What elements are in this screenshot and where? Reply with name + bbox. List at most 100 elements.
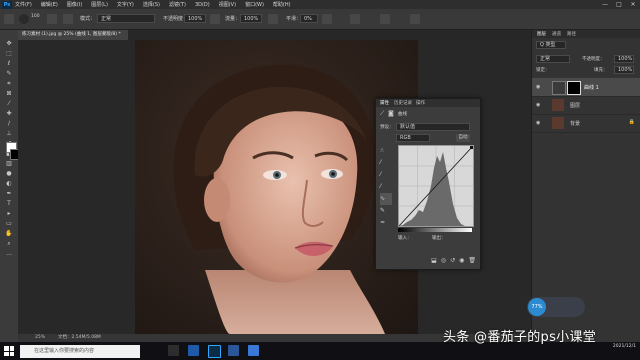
white-point-eyedropper-icon[interactable]: ⁄ [380, 181, 392, 193]
channel-dropdown[interactable]: RGB [396, 134, 430, 142]
clip-to-layer-icon[interactable]: ⬓ [431, 257, 437, 269]
layer-row-background[interactable]: ◉ 背景 🔒 [532, 114, 640, 133]
smoothing-settings-icon[interactable] [322, 14, 332, 24]
layer-row-layer[interactable]: ◉ 图层 [532, 96, 640, 115]
tab-actions[interactable]: 操作 [416, 100, 425, 106]
document-tab[interactable]: 练习素材 (1).jpg @ 25% (曲线 1, 图层蒙版/8) * [18, 30, 128, 40]
eyedropper-tool-icon[interactable]: ⁄ [4, 100, 14, 108]
gray-point-eyedropper-icon[interactable]: ⁄ [380, 169, 392, 181]
layer-filter-dropdown[interactable]: Q 类型 [536, 41, 566, 49]
smooth-curve-icon[interactable]: ≈ [380, 217, 392, 229]
photoshop-taskbar-icon[interactable] [208, 345, 221, 358]
task-view-icon[interactable] [168, 345, 179, 356]
flow-input[interactable]: 100% [240, 14, 262, 23]
properties-footer: ⬓ ◎ ↺ ◉ 🗑 [376, 257, 480, 269]
pressure-size-icon[interactable] [380, 14, 390, 24]
path-select-tool-icon[interactable]: ▸ [4, 210, 14, 218]
tab-history[interactable]: 历史记录 [394, 100, 412, 106]
menu-filter[interactable]: 滤镜(T) [169, 1, 186, 8]
brush-size-icon[interactable] [19, 14, 29, 24]
on-image-adjust-icon[interactable]: ☝ [380, 145, 392, 157]
watermark: 头条 @番茄子的ps小课堂 [443, 330, 597, 345]
pressure-opacity-icon[interactable] [210, 14, 220, 24]
browser-icon[interactable] [248, 345, 259, 356]
toggle-visibility-icon[interactable]: ◉ [459, 257, 464, 269]
brush-settings-icon[interactable] [47, 14, 57, 24]
rectangle-tool-icon[interactable]: ▭ [4, 220, 14, 228]
minimize-button[interactable]: — [598, 0, 612, 9]
move-tool-icon[interactable]: ✥ [4, 40, 14, 48]
brush-panel-icon[interactable] [63, 14, 73, 24]
zoom-level[interactable]: 25% [35, 334, 45, 342]
marquee-tool-icon[interactable]: ⬚ [4, 50, 14, 58]
fill-input[interactable]: 100% [614, 66, 634, 74]
close-button[interactable]: ✕ [626, 0, 640, 9]
tab-properties[interactable]: 属性 [380, 100, 389, 106]
mask-icon[interactable]: ◙ [388, 110, 394, 117]
menu-3d[interactable]: 3D(D) [195, 2, 210, 8]
pen-tool-icon[interactable]: ✒ [4, 190, 14, 198]
curves-adjustment-icon [552, 81, 566, 95]
hand-tool-icon[interactable]: ✋ [4, 230, 14, 238]
auto-button[interactable]: 自动 [456, 134, 470, 142]
tab-layers[interactable]: 图层 [537, 31, 546, 37]
taskbar-search-input[interactable]: 在这里输入你要搜索的内容 [20, 345, 140, 358]
menu-type[interactable]: 文字(Y) [117, 1, 134, 8]
lasso-tool-icon[interactable]: ℓ [4, 60, 14, 68]
type-tool-icon[interactable]: T [4, 200, 14, 208]
curves-graph[interactable] [398, 145, 474, 227]
app-icon[interactable] [188, 345, 199, 356]
curve-point-tool-icon[interactable]: ∿ [380, 193, 392, 205]
windows-start-icon[interactable] [4, 346, 14, 356]
healing-brush-tool-icon[interactable]: ✚ [4, 110, 14, 118]
toolbar: ✥ ⬚ ℓ ✎ ⌗ ⊠ ⁄ ✚ ∕ ⊥ ↺ ◧ ▥ ● ◐ ✒ T ▸ ▭ ✋ … [0, 30, 21, 342]
menu-bar: Ps 文件(F) 编辑(E) 图像(I) 图层(L) 文字(Y) 选择(S) 滤… [0, 0, 640, 9]
angle-icon[interactable] [350, 14, 360, 24]
preset-dropdown[interactable]: 默认值 [396, 123, 470, 131]
symmetry-icon[interactable] [410, 14, 420, 24]
menu-help[interactable]: 帮助(H) [273, 1, 291, 8]
visibility-eye-icon[interactable]: ◉ [536, 84, 540, 90]
mode-dropdown[interactable]: 正常 [97, 14, 155, 23]
maximize-button[interactable]: □ [612, 0, 626, 9]
layer-row-curves[interactable]: ◉ 曲线 1 [532, 78, 640, 97]
visibility-eye-icon[interactable]: ◉ [536, 102, 540, 108]
view-previous-icon[interactable]: ◎ [441, 257, 446, 269]
frame-tool-icon[interactable]: ⊠ [4, 90, 14, 98]
quick-select-tool-icon[interactable]: ✎ [4, 70, 14, 78]
airbrush-icon[interactable] [268, 14, 278, 24]
black-point-eyedropper-icon[interactable]: ⁄ [380, 157, 392, 169]
smoothing-input[interactable]: 0% [300, 14, 318, 23]
pencil-draw-icon[interactable]: ✎ [380, 205, 392, 217]
menu-view[interactable]: 视图(V) [219, 1, 236, 8]
clone-stamp-tool-icon[interactable]: ⊥ [4, 130, 14, 138]
brush-tool-preset-icon[interactable] [4, 14, 14, 24]
tab-paths[interactable]: 路径 [567, 31, 576, 37]
reset-icon[interactable]: ↺ [450, 257, 455, 269]
opacity-input[interactable]: 100% [184, 14, 206, 23]
menu-edit[interactable]: 编辑(E) [41, 1, 58, 8]
system-clock: 2021/12/1 [613, 344, 636, 350]
dodge-tool-icon[interactable]: ◐ [4, 180, 14, 188]
brush-tool-icon[interactable]: ∕ [4, 120, 14, 128]
menu-select[interactable]: 选择(S) [143, 1, 160, 8]
menu-layer[interactable]: 图层(L) [91, 1, 108, 8]
zoom-tool-icon[interactable]: ⌕ [4, 240, 14, 248]
layer-name[interactable]: 背景 [570, 120, 580, 127]
delete-icon[interactable]: 🗑 [468, 257, 476, 269]
layer-name[interactable]: 曲线 1 [584, 84, 599, 91]
blend-mode-dropdown[interactable]: 正常 [536, 55, 570, 63]
layer-name[interactable]: 图层 [570, 102, 580, 109]
more-tools-icon[interactable]: … [4, 250, 14, 258]
menu-window[interactable]: 窗口(W) [245, 1, 264, 8]
word-icon[interactable] [228, 345, 239, 356]
layer-mask-thumbnail[interactable] [567, 81, 581, 95]
blur-tool-icon[interactable]: ● [4, 170, 14, 178]
crop-tool-icon[interactable]: ⌗ [4, 80, 14, 88]
layer-opacity-input[interactable]: 100% [614, 55, 634, 63]
menu-file[interactable]: 文件(F) [15, 1, 32, 8]
tab-channels[interactable]: 通道 [552, 31, 561, 37]
menu-image[interactable]: 图像(I) [67, 1, 82, 8]
visibility-eye-icon[interactable]: ◉ [536, 120, 540, 126]
gradient-tool-icon[interactable]: ▥ [4, 160, 14, 168]
